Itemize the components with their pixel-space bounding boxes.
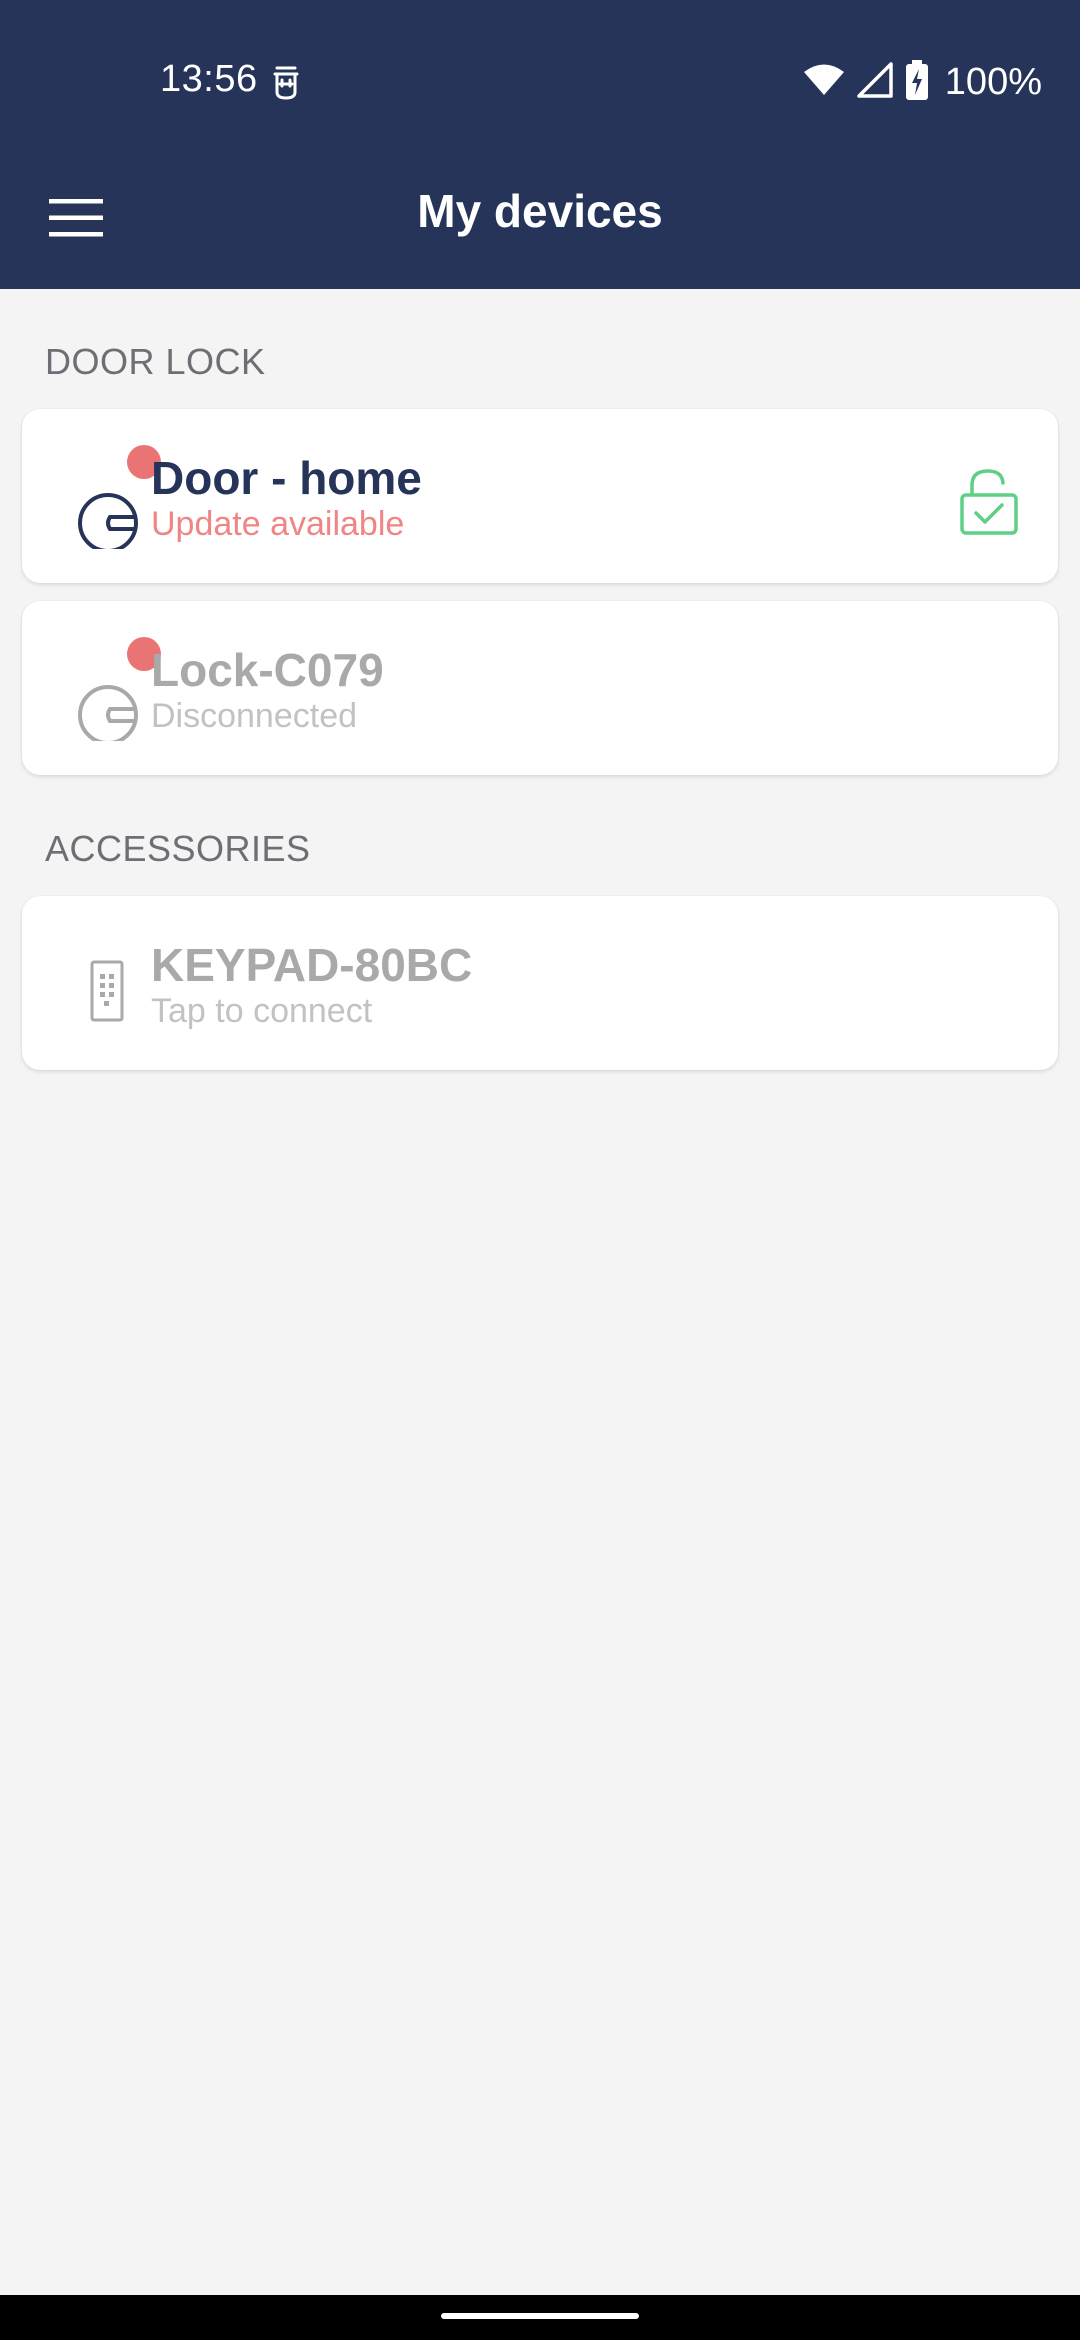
device-status: Tap to connect [151, 992, 373, 1030]
status-time: 13:56 [160, 58, 258, 100]
device-name: KEYPAD-80BC [151, 939, 473, 991]
device-name: Door - home [151, 452, 422, 504]
door-lock-icon [52, 461, 140, 553]
page-title: My devices [417, 185, 663, 237]
toolbar: My devices [0, 150, 1080, 289]
device-status: Disconnected [151, 697, 358, 735]
device-card-lock-c079[interactable]: Lock-C079 Disconnected [22, 601, 1058, 775]
keypad-icon [52, 948, 140, 1036]
app-header: 13:56 100% My devices [0, 0, 1080, 289]
device-card-keypad-80bc[interactable]: KEYPAD-80BC Tap to connect [22, 896, 1058, 1070]
device-status: Update available [151, 505, 405, 543]
device-name: Lock-C079 [151, 644, 384, 696]
wifi-icon [803, 63, 845, 102]
status-bar: 13:56 100% [0, 0, 1080, 150]
device-card-door-home[interactable]: Door - home Update available [22, 409, 1058, 583]
unlocked-check-icon[interactable] [958, 465, 1028, 535]
system-nav-bar [0, 2295, 1080, 2340]
notification-icon [268, 64, 304, 102]
battery-charging-icon [905, 59, 929, 105]
door-lock-icon [52, 653, 140, 745]
section-label-accessories: ACCESSORIES [45, 828, 311, 869]
home-indicator[interactable] [441, 2313, 639, 2319]
status-icons: 100% [803, 58, 1042, 106]
signal-icon [857, 61, 893, 103]
battery-percent: 100% [944, 60, 1042, 103]
section-label-door-lock: DOOR LOCK [45, 341, 266, 382]
